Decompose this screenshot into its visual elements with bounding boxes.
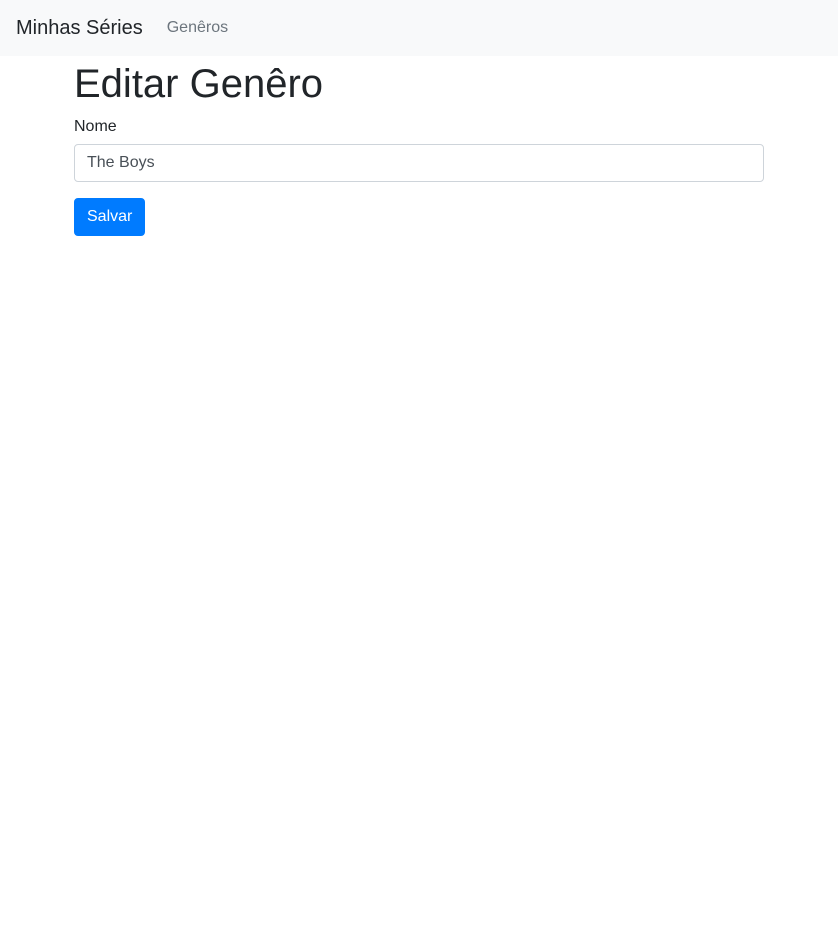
main-content: Editar Genêro Nome Salvar (74, 56, 764, 236)
name-input[interactable] (74, 144, 764, 182)
nav-link-generos[interactable]: Genêros (167, 19, 228, 37)
name-label: Nome (74, 118, 117, 135)
page-title: Editar Genêro (74, 62, 324, 106)
navbar-brand[interactable]: Minhas Séries (16, 17, 143, 40)
save-button[interactable]: Salvar (74, 198, 146, 236)
top-navbar: Minhas Séries Genêros (0, 0, 838, 56)
edit-genre-form: Nome Salvar (74, 118, 764, 236)
